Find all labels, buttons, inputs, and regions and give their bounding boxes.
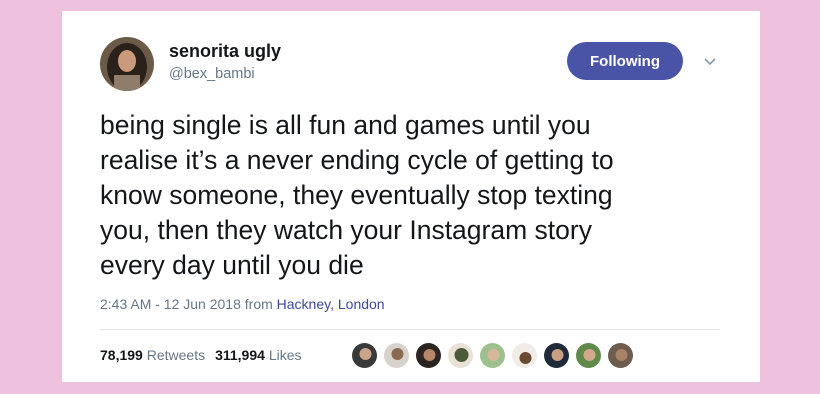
divider (100, 329, 720, 330)
tweet-location[interactable]: Hackney, London (277, 296, 385, 312)
tweet-meta: 2:43 AM - 12 Jun 2018 from Hackney, Lond… (100, 296, 385, 312)
liker-avatar[interactable] (479, 342, 506, 369)
user-handle[interactable]: @bex_bambi (169, 66, 255, 82)
avatar[interactable] (100, 37, 154, 91)
liker-avatar[interactable] (607, 342, 634, 369)
tweet-card: senorita ugly @bex_bambi Following being… (62, 11, 760, 382)
likes-label[interactable]: Likes (269, 347, 302, 363)
tweet-stats: 78,199 Retweets 311,994 Likes (100, 345, 302, 365)
chevron-down-icon[interactable] (702, 53, 718, 69)
tweet-timestamp[interactable]: 2:43 AM - 12 Jun 2018 from (100, 296, 273, 312)
liker-avatar[interactable] (511, 342, 538, 369)
following-button[interactable]: Following (567, 42, 683, 80)
likers-avatars (351, 342, 639, 369)
likes-count[interactable]: 311,994 (215, 347, 265, 363)
retweets-label[interactable]: Retweets (147, 347, 205, 363)
tweet-text: being single is all fun and games until … (100, 110, 614, 280)
liker-avatar[interactable] (351, 342, 378, 369)
liker-avatar[interactable] (447, 342, 474, 369)
display-name[interactable]: senorita ugly (169, 41, 281, 62)
liker-avatar[interactable] (575, 342, 602, 369)
retweets-count[interactable]: 78,199 (100, 347, 143, 363)
liker-avatar[interactable] (415, 342, 442, 369)
liker-avatar[interactable] (543, 342, 570, 369)
liker-avatar[interactable] (383, 342, 410, 369)
